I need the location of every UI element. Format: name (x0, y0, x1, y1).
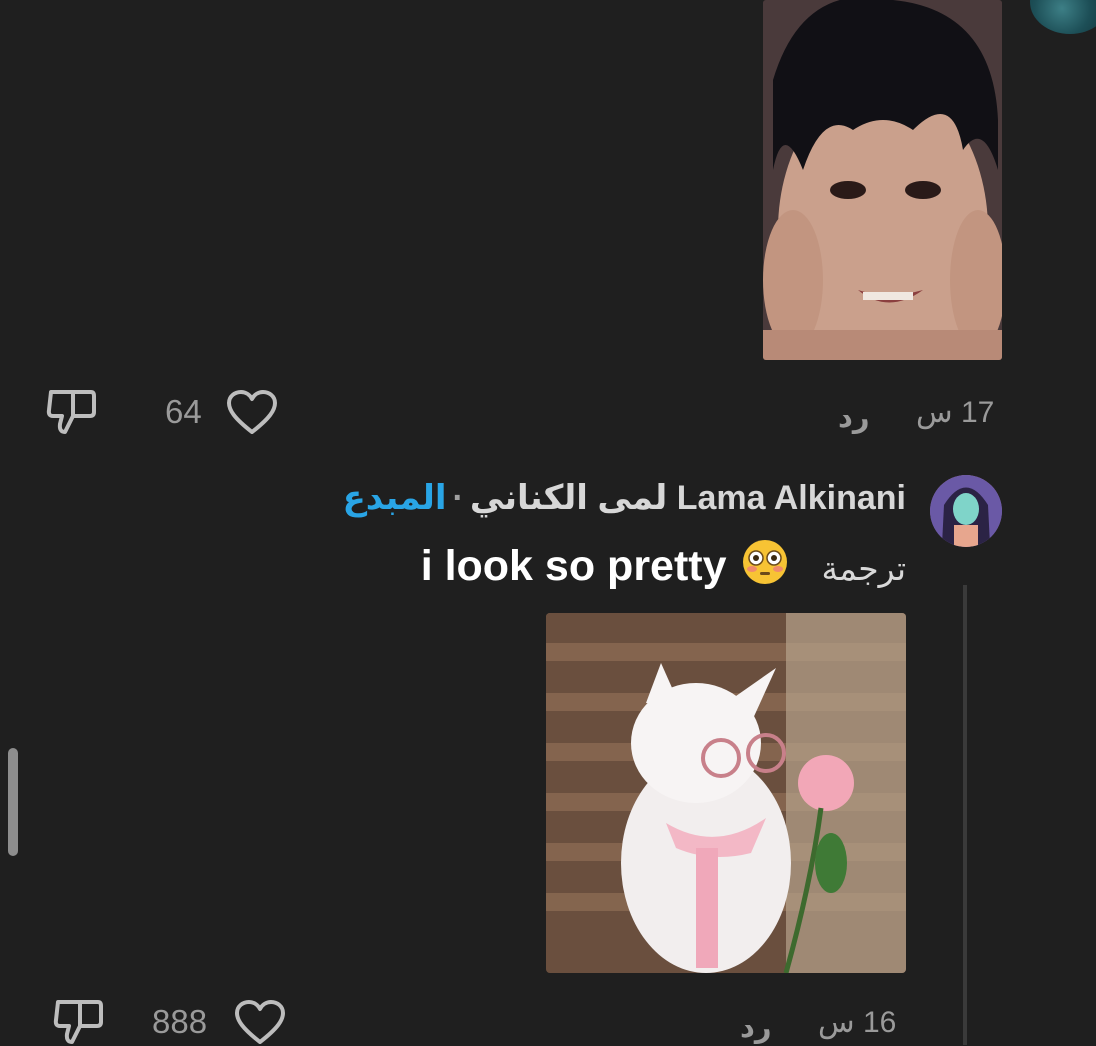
previous-user-avatar[interactable] (1030, 0, 1096, 34)
like-count: 64 (165, 393, 202, 430)
separator: · (452, 479, 464, 517)
comment-image-woman[interactable] (763, 0, 1002, 360)
creator-badge: المبدع (342, 479, 447, 517)
comment-image-cat[interactable] (546, 613, 906, 973)
dislike-icon[interactable] (52, 998, 104, 1046)
author-name[interactable]: Lama Alkinani لمى الكناني (470, 479, 906, 517)
timestamp: 17 س (916, 396, 995, 429)
flushed-face-emoji (742, 540, 787, 584)
comment-text: i look so pretty (420, 542, 727, 590)
reply-button[interactable]: رد (740, 1010, 772, 1045)
like-count: 888 (152, 1003, 208, 1040)
thread-line (963, 585, 967, 1045)
heart-icon[interactable] (226, 390, 278, 436)
avatar[interactable] (930, 475, 1002, 547)
comment-header: Lama Alkinani لمى الكناني·المبدع (343, 478, 906, 522)
dislike-icon[interactable] (45, 388, 97, 436)
translate-button[interactable]: ترجمة (821, 550, 906, 587)
timestamp: 16 س (818, 1006, 897, 1039)
comment-body: ترجمة i look so pretty (421, 538, 906, 594)
heart-icon[interactable] (234, 1000, 286, 1046)
reply-button[interactable]: رد (838, 400, 870, 435)
scrollbar[interactable] (8, 748, 18, 856)
